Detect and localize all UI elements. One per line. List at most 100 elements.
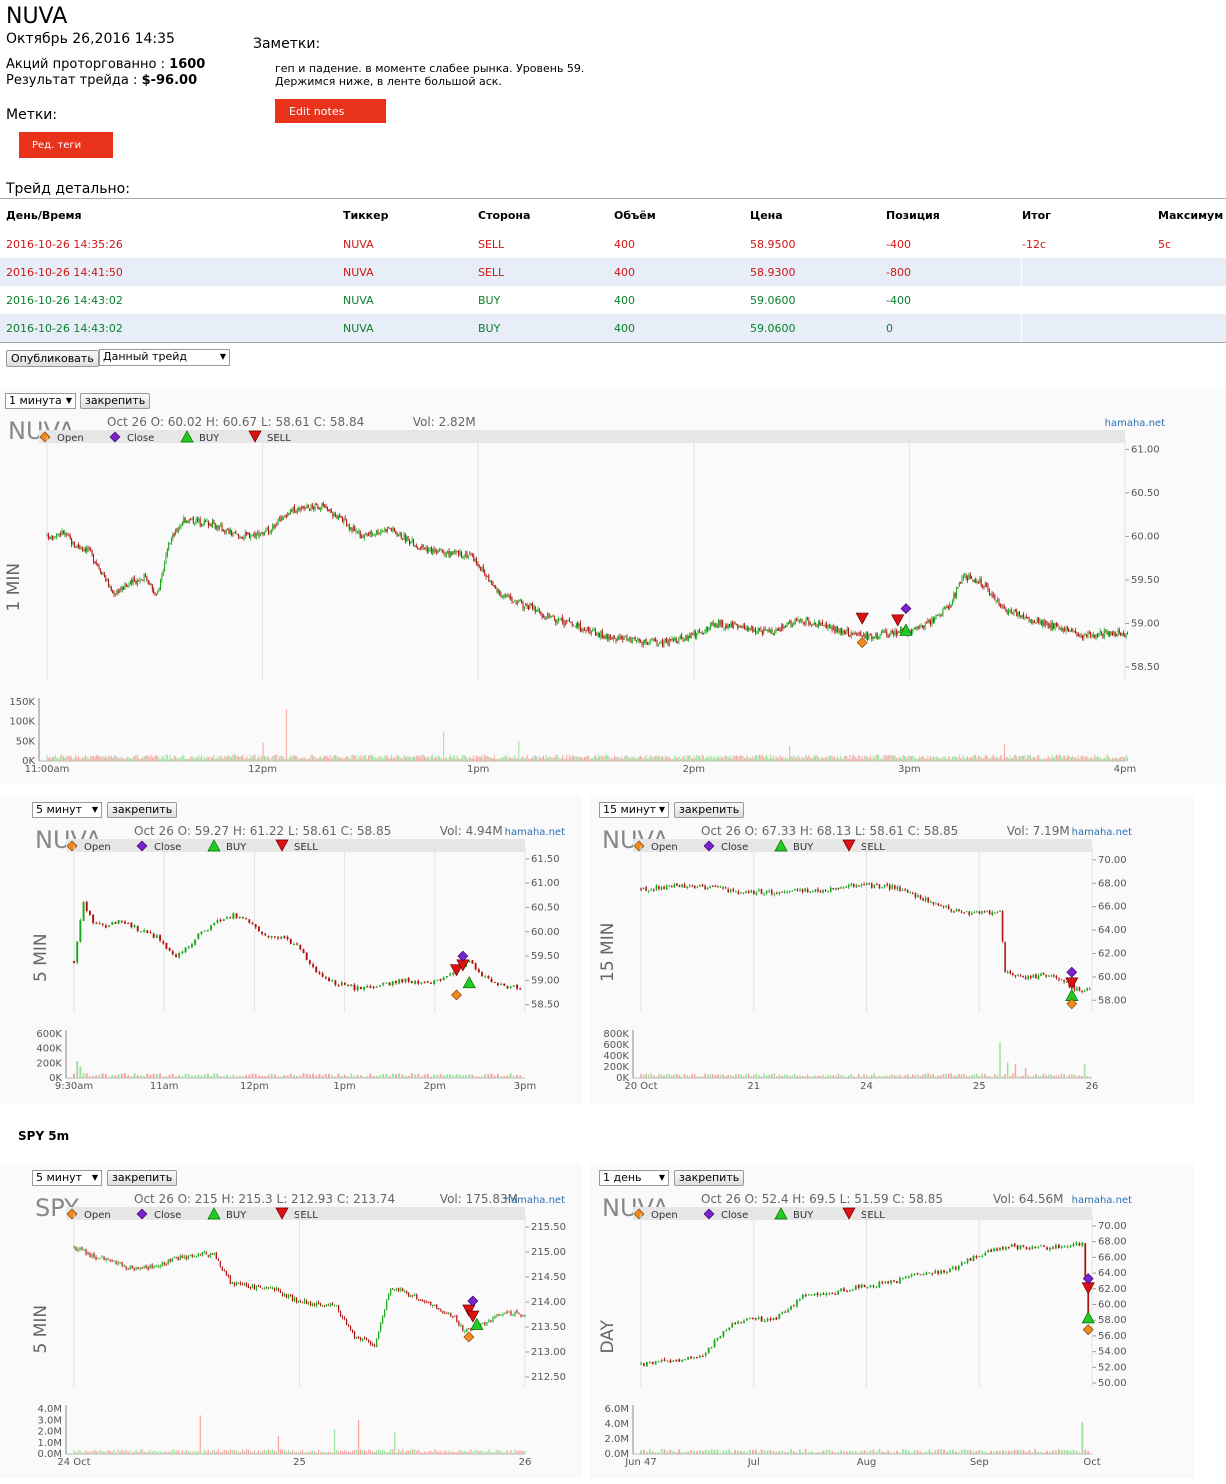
candle-body bbox=[391, 981, 394, 986]
candle-body bbox=[187, 1255, 189, 1260]
candle-body bbox=[184, 947, 187, 953]
chart-day[interactable]: NUVAOct 26 O: 52.4 H: 69.5 L: 51.59 C: 5… bbox=[599, 1188, 1140, 1476]
chart-panel-day: 1 день▼ закрепить NUVAOct 26 O: 52.4 H: … bbox=[590, 1163, 1194, 1478]
interval-select[interactable]: 5 минут ▼ bbox=[32, 802, 102, 818]
candle-body bbox=[857, 1284, 860, 1288]
publish-scope-select[interactable]: Данный трейд ▼ bbox=[99, 349, 230, 366]
volume-bar bbox=[1054, 1450, 1057, 1454]
candle-body bbox=[1052, 1247, 1054, 1249]
candle-body bbox=[915, 628, 917, 630]
pin-button[interactable]: закрепить bbox=[107, 1170, 178, 1186]
volume-bar bbox=[329, 1451, 332, 1454]
candle-body bbox=[504, 595, 506, 597]
candle-body bbox=[177, 529, 179, 531]
chart-svg: NUVAOct 26 O: 67.33 H: 68.13 L: 58.61 C:… bbox=[599, 824, 1132, 1092]
volume-bar bbox=[1024, 1068, 1027, 1078]
volume-bar bbox=[1110, 759, 1112, 761]
volume-bar bbox=[949, 756, 951, 761]
candle-body bbox=[806, 888, 809, 893]
candle-body bbox=[822, 889, 824, 894]
volume-bar bbox=[1057, 755, 1059, 761]
volume-bar bbox=[1034, 1449, 1037, 1454]
chart-5min[interactable]: NUVAOct 26 O: 59.27 H: 61.22 L: 58.61 C:… bbox=[32, 820, 573, 1100]
candle-body bbox=[437, 550, 439, 553]
pin-button[interactable]: закрепить bbox=[107, 802, 178, 818]
candle-body bbox=[516, 1310, 518, 1313]
pin-button[interactable]: закрепить bbox=[80, 393, 151, 409]
candle-body bbox=[281, 1293, 284, 1296]
candle-body bbox=[1006, 971, 1009, 973]
candle-body bbox=[451, 551, 453, 555]
candle-body bbox=[753, 629, 755, 632]
candle-body bbox=[660, 887, 663, 890]
chart-spy-5min[interactable]: SPY Oct 26 O: 215 H: 215.3 L: 212.93 C: 2… bbox=[32, 1188, 573, 1476]
volume-bar bbox=[814, 1075, 817, 1078]
candle-body bbox=[819, 622, 821, 625]
volume-bar bbox=[786, 1074, 788, 1078]
candle-body bbox=[916, 626, 918, 630]
volume-tick-label: 4.0M bbox=[37, 1404, 62, 1415]
candle-body bbox=[693, 631, 695, 635]
volume-bar bbox=[876, 1076, 878, 1078]
candle-body bbox=[1053, 623, 1055, 629]
candle-body bbox=[848, 628, 850, 636]
candle-body bbox=[1110, 631, 1112, 636]
candle-body bbox=[886, 631, 888, 636]
candle-body bbox=[866, 1287, 869, 1289]
volume-bar bbox=[439, 1073, 442, 1078]
candle-body bbox=[701, 884, 704, 887]
candle-body bbox=[387, 527, 389, 531]
volume-bar bbox=[394, 1432, 396, 1454]
candle-body bbox=[661, 639, 663, 647]
publish-button[interactable]: Опубликовать bbox=[6, 350, 99, 367]
volume-bar bbox=[408, 756, 410, 761]
volume-bar bbox=[657, 1452, 660, 1454]
candle-body bbox=[299, 944, 302, 950]
volume-bar bbox=[809, 1076, 812, 1078]
candle-body bbox=[384, 528, 386, 532]
interval-select[interactable]: 1 день ▼ bbox=[599, 1170, 669, 1186]
volume-bar bbox=[181, 1076, 184, 1078]
candle-body bbox=[758, 889, 760, 892]
candle-body bbox=[419, 546, 421, 548]
interval-select[interactable]: 15 минут ▼ bbox=[599, 802, 669, 818]
volume-bar bbox=[460, 758, 462, 761]
pin-button[interactable]: закрепить bbox=[674, 802, 745, 818]
time-tick-label: 21 bbox=[747, 1081, 760, 1092]
pin-button[interactable]: закрепить bbox=[674, 1170, 745, 1186]
chart-1min[interactable]: NUVAOct 26 O: 60.02 H: 60.67 L: 58.61 C:… bbox=[5, 411, 1173, 783]
candle-body bbox=[430, 1301, 432, 1306]
volume-bar bbox=[840, 1074, 842, 1078]
candle-body bbox=[185, 1256, 187, 1259]
volume-bar bbox=[831, 1451, 834, 1454]
candle-body bbox=[919, 625, 921, 627]
volume-bar bbox=[837, 756, 839, 761]
candle-body bbox=[901, 1278, 904, 1280]
candle-body bbox=[366, 533, 368, 536]
volume-bar bbox=[906, 1074, 909, 1078]
edit-notes-button[interactable]: Edit notes bbox=[275, 99, 386, 123]
volume-bar bbox=[698, 755, 700, 761]
volume-bar bbox=[506, 755, 508, 761]
candle-body bbox=[261, 931, 264, 934]
candle-body bbox=[1001, 605, 1003, 607]
candle-body bbox=[884, 1281, 887, 1283]
candle-body bbox=[891, 630, 893, 633]
candle-body bbox=[359, 986, 362, 990]
candle-body bbox=[746, 627, 748, 631]
chart-15min[interactable]: NUVAOct 26 O: 67.33 H: 68.13 L: 58.61 C:… bbox=[599, 820, 1140, 1100]
volume-bar bbox=[119, 1451, 121, 1454]
volume-bar bbox=[787, 758, 789, 761]
volume-bar bbox=[981, 1073, 983, 1078]
volume-bar bbox=[1035, 758, 1037, 761]
volume-bar bbox=[367, 755, 369, 761]
volume-bar bbox=[872, 1449, 875, 1454]
volume-bar bbox=[694, 1074, 696, 1078]
candle-body bbox=[137, 1267, 139, 1269]
interval-select[interactable]: 5 минут ▼ bbox=[32, 1170, 102, 1186]
candle-body bbox=[837, 626, 839, 632]
edit-tags-button[interactable]: Ред. теги bbox=[19, 132, 113, 158]
volume-bar bbox=[922, 1452, 925, 1454]
interval-select[interactable]: 1 минута ▼ bbox=[5, 393, 76, 409]
volume-bar bbox=[894, 1075, 896, 1078]
